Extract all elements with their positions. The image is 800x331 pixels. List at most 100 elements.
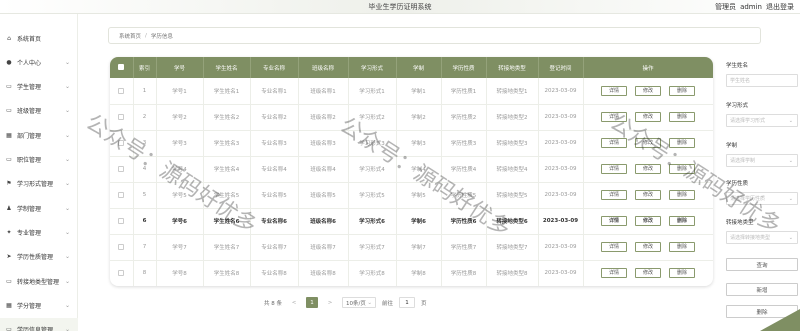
sidebar-item-label: 学制管理 [17, 205, 42, 213]
edit-button[interactable]: 修改 [635, 216, 661, 226]
delete-button[interactable]: 删除 [669, 268, 695, 278]
sidebar-item[interactable]: ⌂ 系统首页 [0, 26, 78, 50]
chevron-down-icon: ⌄ [64, 156, 70, 163]
add-button[interactable]: 新增 [726, 283, 798, 296]
detail-button[interactable]: 详情 [601, 268, 627, 278]
edit-button[interactable]: 修改 [635, 268, 661, 278]
sidebar-item[interactable]: ✦ 专业管理 ⌄ [0, 220, 78, 244]
table-row[interactable]: 8 学号8 学生姓名8 专业名称8 班级名称8 学习形式8 学制8 学历性质8 转接地类型8 20… [110, 260, 713, 286]
table-row[interactable]: 5 学号5 学生姓名5 专业名称5 班级名称5 学习形式5 学制5 学历性质5 转接地类型5 20… [110, 182, 713, 209]
detail-button[interactable]: 详情 [601, 85, 627, 96]
sidebar-item[interactable]: ▭ 职位管理 ⌄ [0, 148, 78, 172]
edit-button[interactable]: 修改 [635, 112, 661, 122]
sidebar-item[interactable]: ➤ 学历性质管理 ⌄ [0, 245, 78, 269]
table-cell: 1 [133, 78, 157, 105]
row-select-cell[interactable] [110, 234, 134, 261]
table-cell: 专业名称5 [250, 182, 299, 209]
table-cell: 学历性质8 [441, 260, 487, 286]
search-select[interactable]: 请选择转接地类型 ⌄ [726, 231, 798, 244]
row-select-cell[interactable] [110, 104, 134, 131]
table-row[interactable]: 2 学号2 学生姓名2 专业名称2 班级名称2 学习形式2 学制2 学历性质2 转接地类型2 20… [110, 104, 713, 131]
page-number-current[interactable]: 1 [306, 297, 318, 308]
detail-button[interactable]: 详情 [601, 216, 627, 226]
row-checkbox[interactable] [118, 243, 125, 250]
column-header: 学号 [156, 57, 204, 78]
delete-button[interactable]: 删除 [669, 190, 695, 200]
row-select-cell[interactable] [110, 208, 134, 235]
search-field-label: 学生姓名 [726, 63, 749, 69]
delete-button[interactable]: 删除 [669, 242, 695, 252]
table-cell: 2023-03-09 [538, 208, 584, 235]
table-row[interactable]: 3 学号3 学生姓名3 专业名称3 班级名称3 学习形式3 学制3 学历性质3 转接地类型3 20… [110, 130, 713, 157]
sidebar-item[interactable]: ⚑ 学习形式管理 ⌄ [0, 172, 78, 196]
sidebar-item[interactable]: ▭ 班级管理 ⌄ [0, 99, 78, 123]
row-select-cell[interactable] [110, 156, 134, 183]
select-all-checkbox[interactable] [118, 64, 125, 71]
sidebar-item[interactable]: ♟ 学制管理 ⌄ [0, 196, 78, 220]
table-cell: 2023-03-09 [538, 78, 584, 105]
column-header: 索引 [133, 57, 157, 78]
row-checkbox[interactable] [118, 165, 125, 172]
delete-button[interactable]: 删除 [669, 112, 695, 122]
search-select[interactable]: 请选择学习形式 ⌄ [726, 114, 798, 127]
row-checkbox[interactable] [118, 87, 125, 94]
select-all-cell[interactable] [110, 57, 134, 78]
delete-button[interactable]: 删除 [669, 164, 695, 174]
delete-button[interactable]: 删除 [669, 85, 695, 96]
table-row[interactable]: 6 学号6 学生姓名6 专业名称6 班级名称6 学习形式6 学制6 学历性质6 转接地类型6 20… [110, 208, 713, 235]
edit-button[interactable]: 修改 [635, 190, 661, 200]
row-select-cell[interactable] [110, 78, 134, 105]
table-cell: 2023-03-09 [538, 156, 584, 183]
row-checkbox[interactable] [118, 191, 125, 198]
table-row[interactable]: 7 学号7 学生姓名7 专业名称7 班级名称7 学习形式7 学制7 学历性质7 转接地类型7 20… [110, 234, 713, 261]
row-checkbox[interactable] [118, 113, 125, 120]
delete-button[interactable]: 删除 [669, 216, 695, 226]
sidebar-item[interactable]: ● 个人中心 ⌄ [0, 50, 78, 74]
sidebar-item[interactable]: ▭ 学历信息管理 ⌄ [0, 317, 78, 331]
breadcrumb-home[interactable]: 系统首页 [119, 32, 141, 40]
page-size-select[interactable]: 10条/页 ⌄ [342, 297, 376, 308]
sidebar-item[interactable]: ▦ 部门管理 ⌄ [0, 123, 78, 147]
edit-button[interactable]: 修改 [635, 164, 661, 174]
next-page-button[interactable]: > [324, 297, 336, 308]
edit-button[interactable]: 修改 [635, 242, 661, 252]
row-select-cell[interactable] [110, 260, 134, 286]
edit-button[interactable]: 修改 [635, 85, 661, 96]
detail-button[interactable]: 详情 [601, 190, 627, 200]
row-checkbox[interactable] [118, 217, 125, 224]
monitor-icon: ▭ [6, 326, 12, 331]
table-cell: 专业名称7 [250, 234, 299, 261]
prev-page-button[interactable]: < [288, 297, 300, 308]
search-select[interactable]: 请选择学历性质 ⌄ [726, 192, 798, 205]
table-cell: 学制7 [396, 234, 442, 261]
delete-button[interactable]: 删除 [669, 138, 695, 148]
logout-button[interactable]: 退出登录 [766, 3, 794, 11]
username: admin [740, 3, 762, 11]
detail-button[interactable]: 详情 [601, 138, 627, 148]
row-select-cell[interactable] [110, 182, 134, 209]
table-row[interactable]: 1 学号1 学生姓名1 专业名称1 班级名称1 学习形式1 学制1 学历性质1 转接地类型1 20… [110, 78, 713, 105]
edit-button[interactable]: 修改 [635, 138, 661, 148]
search-select[interactable]: 请选择学制 ⌄ [726, 154, 798, 167]
detail-button[interactable]: 详情 [601, 112, 627, 122]
search-placeholder: 请选择学历性质 [730, 196, 766, 202]
row-checkbox[interactable] [118, 269, 125, 276]
query-button[interactable]: 查询 [726, 258, 798, 271]
sidebar-item[interactable]: ▭ 学生管理 ⌄ [0, 75, 78, 99]
star-icon: ✦ [6, 228, 12, 236]
monitor-icon: ▭ [6, 107, 12, 115]
detail-button[interactable]: 详情 [601, 242, 627, 252]
grid-icon: ▦ [6, 131, 12, 139]
sidebar-item[interactable]: ▭ 转接地类型管理 ⌄ [0, 269, 78, 293]
table-row[interactable]: 4 学号4 学生姓名4 专业名称4 班级名称4 学习形式4 学制4 学历性质4 转接地类型4 20… [110, 156, 713, 183]
sidebar-item[interactable]: ▦ 学分管理 ⌄ [0, 293, 78, 317]
detail-button[interactable]: 详情 [601, 164, 627, 174]
table-cell: 学制4 [396, 156, 442, 183]
row-select-cell[interactable] [110, 130, 134, 157]
search-input[interactable]: 学生姓名 [726, 74, 798, 87]
column-header: 专业名称 [250, 57, 299, 78]
row-checkbox[interactable] [118, 139, 125, 146]
column-header: 学制 [396, 57, 442, 78]
goto-page-input[interactable]: 1 [399, 297, 416, 308]
table-cell: 班级名称1 [298, 78, 349, 105]
